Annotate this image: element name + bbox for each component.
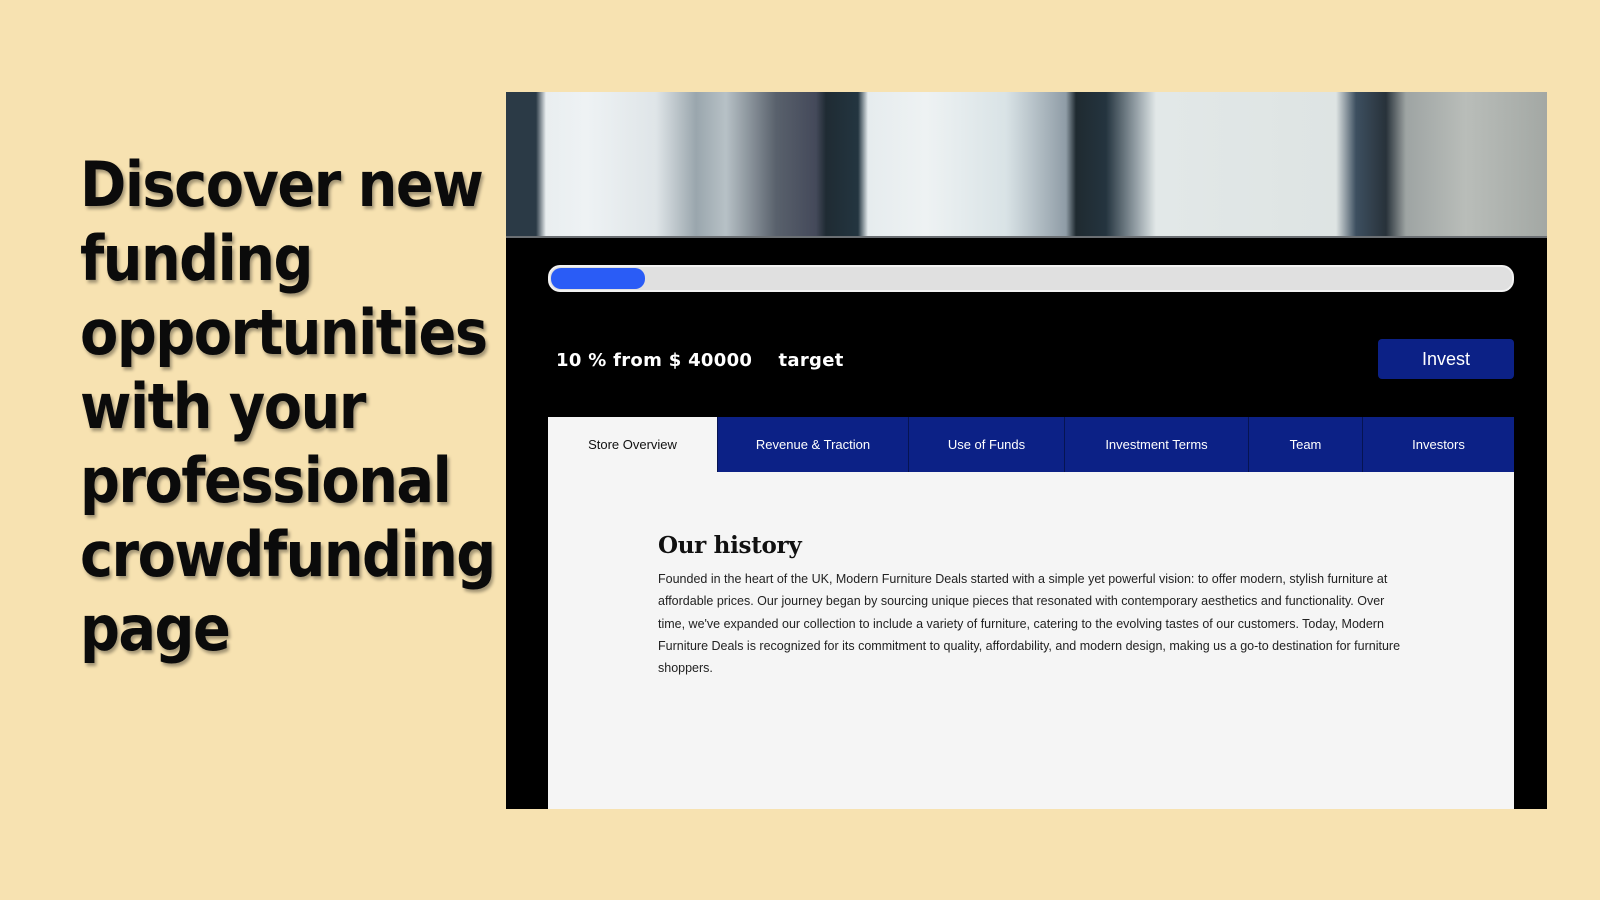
headline-line: professional xyxy=(80,444,452,517)
tab-team[interactable]: Team xyxy=(1248,417,1362,472)
hero-headline: Discover new funding opportunities with … xyxy=(80,148,500,666)
tab-store-overview[interactable]: Store Overview xyxy=(548,417,717,472)
section-tabs: Store Overview Revenue & Traction Use of… xyxy=(548,417,1514,472)
headline-line: funding xyxy=(80,222,313,295)
headline-line: page xyxy=(80,592,231,665)
tab-use-of-funds[interactable]: Use of Funds xyxy=(908,417,1064,472)
headline-line: crowdfunding xyxy=(80,518,496,591)
headline-line: with your xyxy=(80,370,366,443)
hero-image xyxy=(506,92,1547,238)
funding-progress-fill xyxy=(551,268,646,289)
invest-button[interactable]: Invest xyxy=(1378,339,1514,379)
funding-progress-bar xyxy=(548,265,1514,292)
headline-line: opportunities xyxy=(80,296,488,369)
crowdfunding-page-preview: 10 % from $ 40000 target Invest Store Ov… xyxy=(506,92,1547,809)
tab-investment-terms[interactable]: Investment Terms xyxy=(1064,417,1248,472)
tab-revenue-traction[interactable]: Revenue & Traction xyxy=(717,417,908,472)
tab-investors[interactable]: Investors xyxy=(1362,417,1514,472)
section-title: Our history xyxy=(658,532,802,559)
tab-content-panel: Our history Founded in the heart of the … xyxy=(548,472,1514,809)
funding-status-text: 10 % from $ 40000 target xyxy=(556,350,844,371)
section-body: Founded in the heart of the UK, Modern F… xyxy=(658,572,1401,676)
headline-line: Discover new xyxy=(80,148,484,221)
